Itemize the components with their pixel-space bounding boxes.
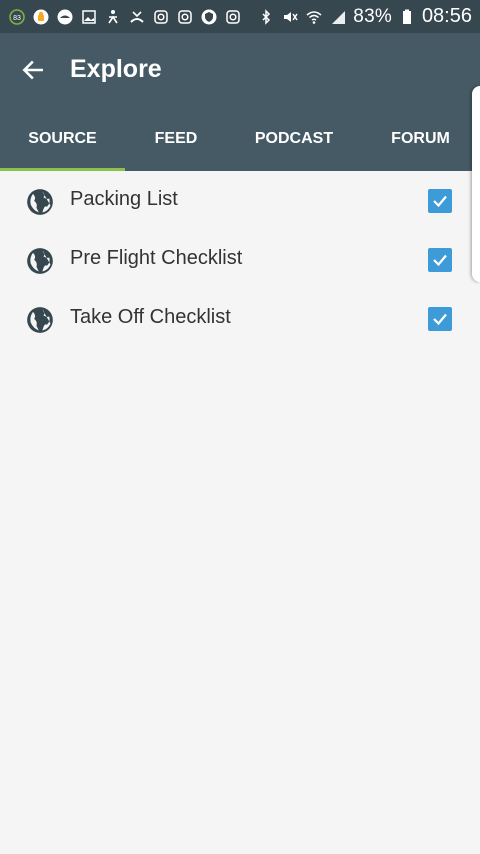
checkbox[interactable] [428, 307, 452, 331]
check-icon [433, 313, 447, 326]
source-list: Packing List Pre Flight Checklist Take O… [0, 171, 480, 348]
list-item-label: Take Off Checklist [70, 306, 231, 328]
status-notifications: 83 [8, 8, 242, 26]
list-item[interactable]: Packing List [0, 171, 480, 230]
tab-label: PODCAST [254, 130, 334, 147]
shield-icon [200, 8, 218, 26]
battery-percent: 83% [353, 5, 392, 27]
list-item-label: Packing List [70, 188, 178, 210]
tab-label: FEED [154, 130, 198, 147]
wifi-icon [305, 8, 323, 26]
instagram-icon [224, 8, 242, 26]
clock: 08:56 [421, 5, 472, 27]
android-icon [32, 8, 50, 26]
svg-text:83: 83 [13, 15, 21, 22]
battery-icon [398, 8, 416, 26]
instagram-icon [176, 8, 194, 26]
badge-83-icon: 83 [8, 8, 26, 26]
instagram-icon [152, 8, 170, 26]
tab-bar: SOURCE FEED PODCAST FORUM [0, 107, 480, 171]
tab-label: FORUM [391, 130, 450, 147]
bluetooth-icon [257, 8, 275, 26]
list-item[interactable]: Take Off Checklist [0, 289, 480, 348]
list-item-label: Pre Flight Checklist [70, 247, 243, 269]
mute-icon [281, 8, 299, 26]
tab-feed[interactable]: FEED [125, 107, 227, 171]
person-walk-icon [104, 8, 122, 26]
status-bar: 83 83% 08:56 [0, 0, 480, 33]
status-system: 83% 08:56 [257, 5, 472, 28]
cloud-icon [56, 8, 74, 26]
missed-call-icon [128, 8, 146, 26]
tab-forum[interactable]: FORUM [361, 107, 480, 171]
tab-source[interactable]: SOURCE [0, 107, 125, 171]
check-icon [433, 195, 447, 208]
tab-podcast[interactable]: PODCAST [227, 107, 361, 171]
checkbox[interactable] [428, 189, 452, 213]
globe-icon [26, 188, 54, 216]
checkbox[interactable] [428, 248, 452, 272]
arrow-back-icon [22, 60, 43, 80]
back-button[interactable] [14, 51, 52, 89]
toolbar: Explore [0, 33, 480, 107]
page-title: Explore [70, 55, 162, 83]
image-icon [80, 8, 98, 26]
signal-icon [329, 8, 347, 26]
app-bar: Explore SOURCE FEED PODCAST FORUM [0, 33, 480, 171]
globe-icon [26, 247, 54, 275]
check-icon [433, 254, 447, 267]
list-item[interactable]: Pre Flight Checklist [0, 230, 480, 289]
tab-label: SOURCE [28, 130, 97, 147]
globe-icon [26, 306, 54, 334]
